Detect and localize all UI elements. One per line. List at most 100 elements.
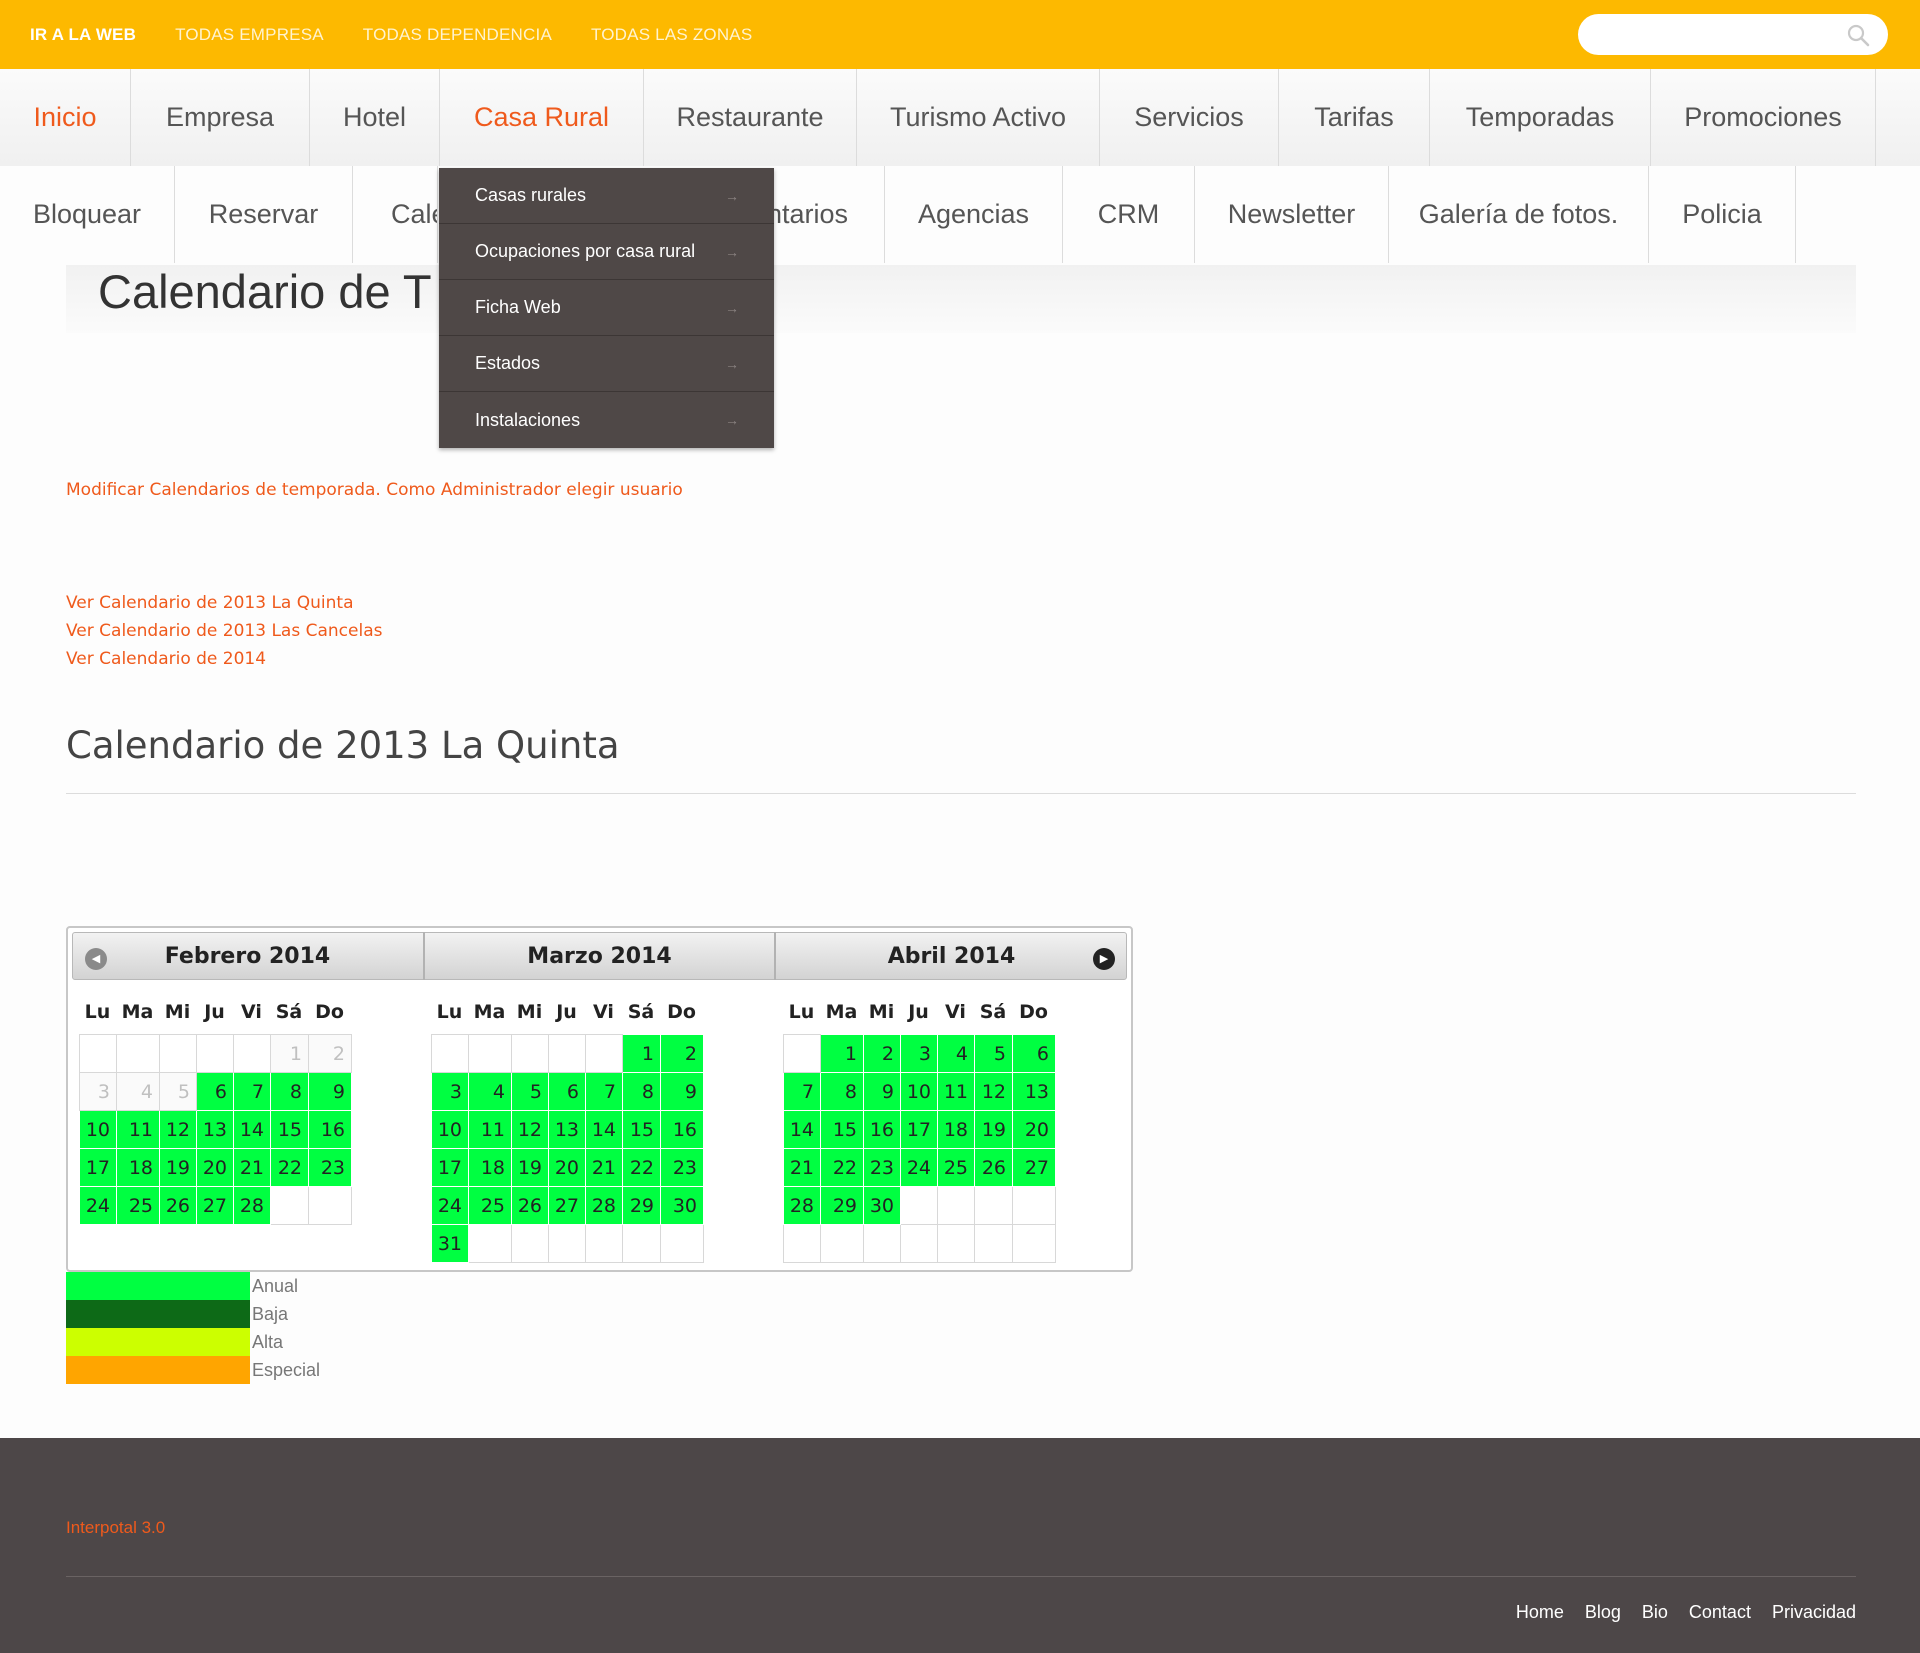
nav-promociones[interactable]: Promociones: [1651, 69, 1876, 166]
search-input[interactable]: [1596, 22, 1836, 47]
day-cell[interactable]: 18: [937, 1110, 975, 1149]
nav-casa-rural[interactable]: Casa Rural: [440, 69, 644, 166]
day-cell[interactable]: 11: [937, 1072, 975, 1111]
day-cell[interactable]: 22: [820, 1148, 864, 1187]
day-cell[interactable]: 22: [622, 1148, 661, 1187]
day-cell[interactable]: 19: [159, 1148, 197, 1187]
day-cell[interactable]: 17: [900, 1110, 938, 1149]
day-cell[interactable]: 26: [974, 1148, 1013, 1187]
day-cell[interactable]: 2: [308, 1034, 352, 1073]
day-cell[interactable]: 4: [468, 1072, 512, 1111]
calendar-link-la-quinta[interactable]: Ver Calendario de 2013 La Quinta: [66, 593, 353, 613]
day-cell[interactable]: 17: [79, 1148, 117, 1187]
day-cell[interactable]: 7: [233, 1072, 271, 1111]
day-cell[interactable]: 24: [900, 1148, 938, 1187]
day-cell[interactable]: 28: [233, 1186, 271, 1225]
day-cell[interactable]: 28: [585, 1186, 623, 1225]
day-cell[interactable]: 1: [270, 1034, 309, 1073]
day-cell[interactable]: 4: [116, 1072, 160, 1111]
nav-temporadas[interactable]: Temporadas: [1430, 69, 1651, 166]
day-cell[interactable]: 23: [863, 1148, 901, 1187]
day-cell[interactable]: 12: [974, 1072, 1013, 1111]
day-cell[interactable]: 21: [585, 1148, 623, 1187]
day-cell[interactable]: 19: [511, 1148, 549, 1187]
day-cell[interactable]: 3: [431, 1072, 469, 1111]
day-cell[interactable]: 5: [974, 1034, 1013, 1073]
nav-bloquear[interactable]: Bloquear: [0, 166, 175, 263]
day-cell[interactable]: 28: [783, 1186, 821, 1225]
top-link-empresa[interactable]: TODAS EMPRESA: [175, 25, 324, 45]
day-cell[interactable]: 9: [660, 1072, 704, 1111]
nav-empresa[interactable]: Empresa: [131, 69, 310, 166]
day-cell[interactable]: 7: [585, 1072, 623, 1111]
day-cell[interactable]: 10: [431, 1110, 469, 1149]
day-cell[interactable]: 31: [431, 1224, 469, 1263]
footer-link-home[interactable]: Home: [1516, 1602, 1564, 1623]
day-cell[interactable]: 2: [863, 1034, 901, 1073]
dropdown-item-casas-rurales[interactable]: Casas rurales →: [439, 168, 774, 224]
day-cell[interactable]: 8: [270, 1072, 309, 1111]
day-cell[interactable]: 2: [660, 1034, 704, 1073]
day-cell[interactable]: 8: [622, 1072, 661, 1111]
nav-policia[interactable]: Policia: [1649, 166, 1796, 263]
day-cell[interactable]: 12: [511, 1110, 549, 1149]
day-cell[interactable]: 10: [79, 1110, 117, 1149]
nav-restaurante[interactable]: Restaurante: [644, 69, 857, 166]
footer-link-bio[interactable]: Bio: [1642, 1602, 1668, 1623]
footer-link-blog[interactable]: Blog: [1585, 1602, 1621, 1623]
day-cell[interactable]: 20: [196, 1148, 234, 1187]
calendar-link-2014[interactable]: Ver Calendario de 2014: [66, 649, 266, 669]
nav-reservar[interactable]: Reservar: [175, 166, 353, 263]
day-cell[interactable]: 6: [196, 1072, 234, 1111]
day-cell[interactable]: 23: [660, 1148, 704, 1187]
day-cell[interactable]: 6: [548, 1072, 586, 1111]
nav-crm[interactable]: CRM: [1063, 166, 1195, 263]
day-cell[interactable]: 12: [159, 1110, 197, 1149]
dropdown-item-instalaciones[interactable]: Instalaciones →: [439, 392, 774, 448]
nav-calendario[interactable]: Cale: [353, 166, 438, 263]
day-cell[interactable]: 1: [820, 1034, 864, 1073]
day-cell[interactable]: 16: [863, 1110, 901, 1149]
day-cell[interactable]: 29: [622, 1186, 661, 1225]
day-cell[interactable]: 8: [820, 1072, 864, 1111]
footer-brand[interactable]: Interpotal 3.0: [66, 1518, 165, 1538]
nav-agencias[interactable]: Agencias: [885, 166, 1063, 263]
day-cell[interactable]: 29: [820, 1186, 864, 1225]
dropdown-item-ocupaciones[interactable]: Ocupaciones por casa rural →: [439, 224, 774, 280]
day-cell[interactable]: 25: [937, 1148, 975, 1187]
day-cell[interactable]: 21: [783, 1148, 821, 1187]
nav-inicio[interactable]: Inicio: [0, 69, 131, 166]
day-cell[interactable]: 14: [233, 1110, 271, 1149]
day-cell[interactable]: 14: [585, 1110, 623, 1149]
day-cell[interactable]: 14: [783, 1110, 821, 1149]
nav-galeria[interactable]: Galería de fotos.: [1389, 166, 1649, 263]
day-cell[interactable]: 26: [159, 1186, 197, 1225]
dropdown-item-estados[interactable]: Estados →: [439, 336, 774, 392]
day-cell[interactable]: 15: [820, 1110, 864, 1149]
day-cell[interactable]: 11: [468, 1110, 512, 1149]
day-cell[interactable]: 17: [431, 1148, 469, 1187]
day-cell[interactable]: 30: [863, 1186, 901, 1225]
nav-servicios[interactable]: Servicios: [1100, 69, 1279, 166]
day-cell[interactable]: 3: [79, 1072, 117, 1111]
day-cell[interactable]: 9: [863, 1072, 901, 1111]
nav-hotel[interactable]: Hotel: [310, 69, 440, 166]
day-cell[interactable]: 20: [1012, 1110, 1056, 1149]
search-icon[interactable]: [1846, 23, 1870, 47]
top-link-web[interactable]: IR A LA WEB: [30, 25, 136, 45]
day-cell[interactable]: 10: [900, 1072, 938, 1111]
dropdown-item-ficha-web[interactable]: Ficha Web →: [439, 280, 774, 336]
nav-tarifas[interactable]: Tarifas: [1279, 69, 1430, 166]
admin-calendar-link[interactable]: Modificar Calendarios de temporada. Como…: [66, 480, 683, 500]
footer-link-privacidad[interactable]: Privacidad: [1772, 1602, 1856, 1623]
day-cell[interactable]: 15: [622, 1110, 661, 1149]
footer-link-contact[interactable]: Contact: [1689, 1602, 1751, 1623]
day-cell[interactable]: 24: [79, 1186, 117, 1225]
day-cell[interactable]: 15: [270, 1110, 309, 1149]
day-cell[interactable]: 4: [937, 1034, 975, 1073]
day-cell[interactable]: 27: [1012, 1148, 1056, 1187]
day-cell[interactable]: 19: [974, 1110, 1013, 1149]
day-cell[interactable]: 6: [1012, 1034, 1056, 1073]
day-cell[interactable]: 25: [468, 1186, 512, 1225]
day-cell[interactable]: 26: [511, 1186, 549, 1225]
